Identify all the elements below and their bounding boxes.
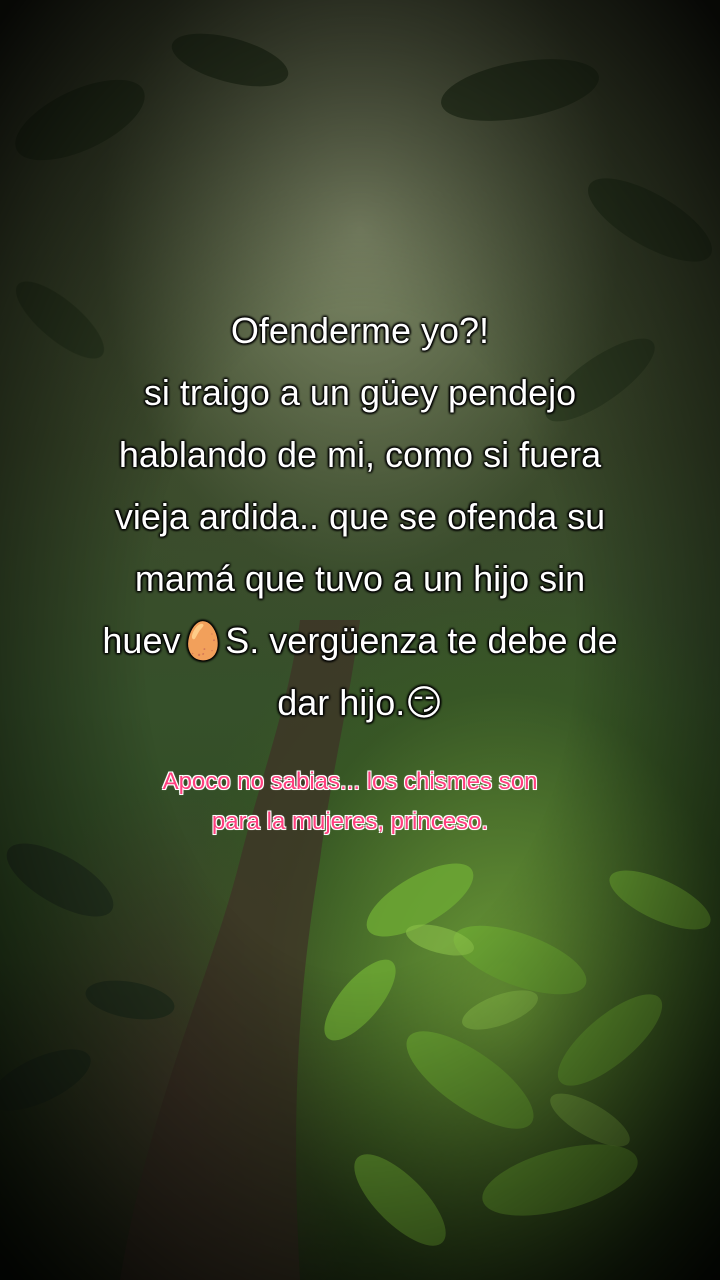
sub-caption: Apoco no sabias... los chismes son para … (162, 768, 538, 835)
main-caption: Ofenderme yo?! si traigo a un güey pende… (102, 310, 618, 723)
video-frame: Ofenderme yo?! si traigo a un güey pende… (0, 0, 720, 1280)
